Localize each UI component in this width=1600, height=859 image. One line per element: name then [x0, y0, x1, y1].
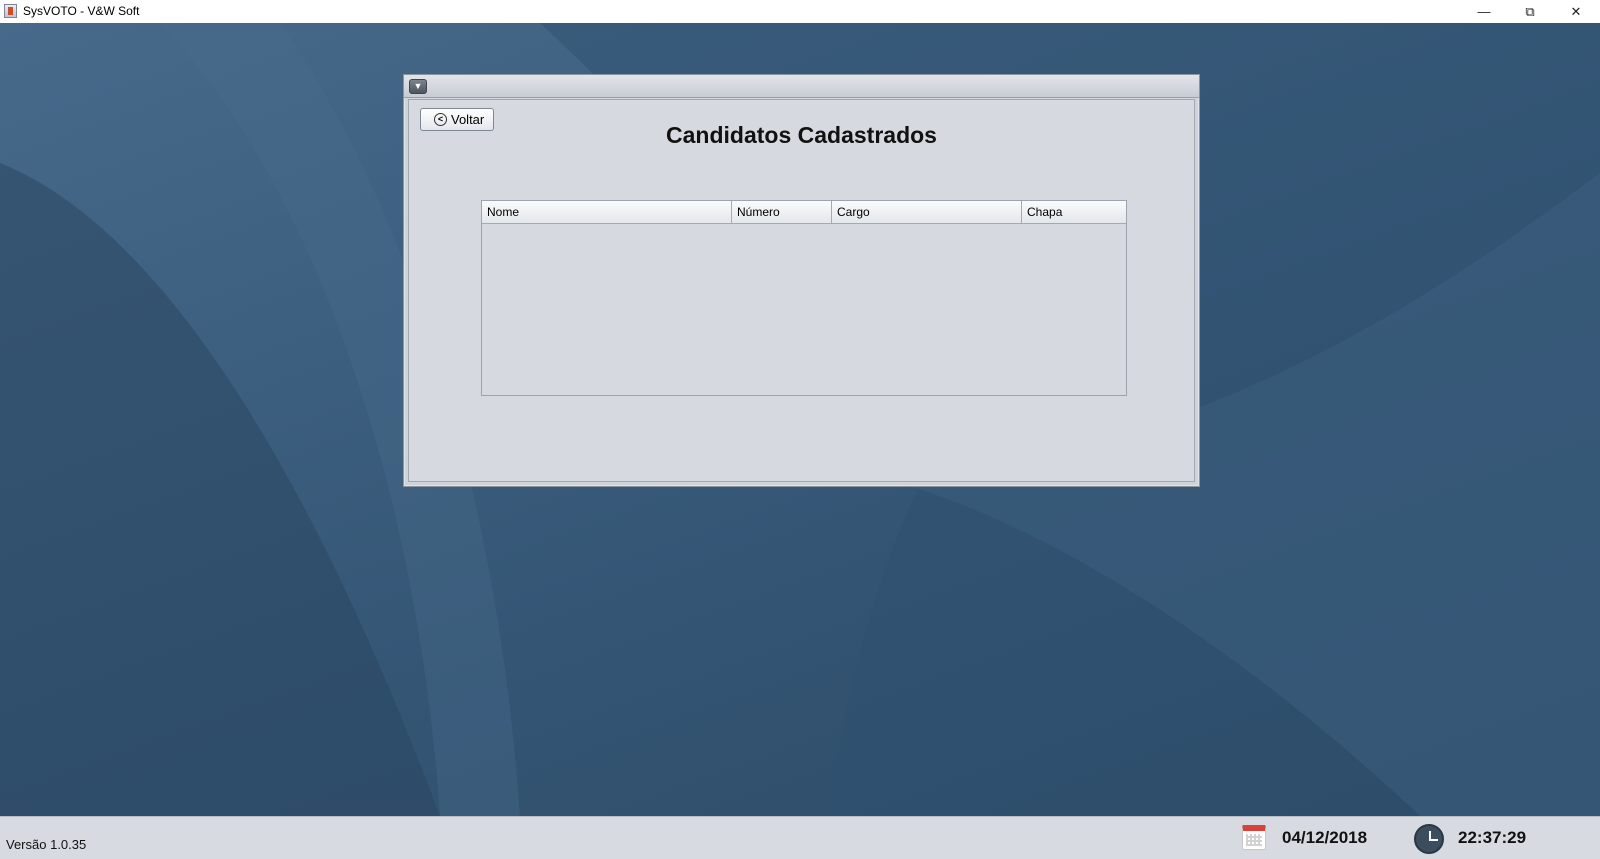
column-header-cargo[interactable]: Cargo [832, 201, 1022, 223]
column-header-nome[interactable]: Nome [482, 201, 732, 223]
internal-frame-titlebar: ▼ [404, 75, 1199, 98]
date-display: 04/12/2018 [1282, 828, 1368, 847]
desktop-background: ▼ < Voltar Candidatos Cadastrados Nome N… [0, 23, 1600, 816]
page-title: Candidatos Cadastrados [666, 122, 937, 148]
minimize-icon[interactable]: — [1461, 0, 1507, 23]
status-bar: Versão 1.0.35 04/12/2018 22:37:29 [0, 816, 1600, 859]
column-header-numero[interactable]: Número [732, 201, 832, 223]
close-icon[interactable]: ✕ [1553, 0, 1599, 23]
candidates-table[interactable]: Nome Número Cargo Chapa [481, 200, 1127, 396]
column-header-chapa[interactable]: Chapa [1022, 201, 1126, 223]
restore-icon[interactable]: ⧉ [1507, 0, 1553, 23]
version-label: Versão 1.0.35 [6, 837, 87, 852]
table-body[interactable] [482, 224, 1126, 396]
chevron-down-icon[interactable]: ▼ [409, 79, 427, 94]
window-title: SysVOTO - V&W Soft [23, 4, 140, 18]
window-titlebar: SysVOTO - V&W Soft — ⧉ ✕ [0, 0, 1600, 24]
clock-icon [1414, 824, 1444, 854]
internal-frame: ▼ < Voltar Candidatos Cadastrados Nome N… [403, 74, 1200, 487]
calendar-icon [1242, 825, 1266, 850]
table-header: Nome Número Cargo Chapa [482, 201, 1126, 224]
time-display: 22:37:29 [1458, 828, 1527, 847]
internal-frame-content: < Voltar Candidatos Cadastrados Nome Núm… [408, 99, 1195, 482]
app-icon [4, 4, 17, 18]
